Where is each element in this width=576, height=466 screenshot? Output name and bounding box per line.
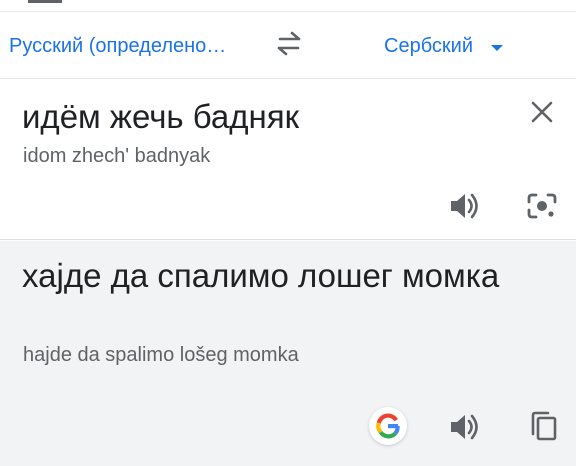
translated-transliteration: hajde da spalimo lošeg momka: [23, 344, 299, 366]
source-language-button[interactable]: Русский (определено…: [9, 35, 226, 58]
language-bar: Русский (определено… Сербский: [0, 13, 576, 79]
swap-languages-button[interactable]: [272, 29, 306, 59]
lens-camera-button[interactable]: [525, 190, 559, 222]
google-g-icon: [376, 413, 400, 439]
copy-icon: [531, 411, 557, 441]
speaker-icon: [451, 193, 478, 219]
target-language-button[interactable]: Сербский: [384, 35, 473, 58]
copy-translation-button[interactable]: [526, 409, 560, 443]
swap-arrows-icon: [277, 31, 301, 56]
top-edge-strip: [0, 0, 576, 12]
speaker-icon: [451, 414, 478, 440]
google-search-button[interactable]: [369, 407, 407, 445]
source-transliteration: idom zhech' badnyak: [23, 145, 211, 167]
translated-text: хајде да спалимо лошег момка: [22, 257, 500, 294]
listen-translation-button[interactable]: [448, 411, 482, 443]
source-input-panel[interactable]: идём жечь бадняк idom zhech' badnyak: [0, 80, 576, 240]
top-edge-mark: [28, 0, 62, 3]
source-text[interactable]: идём жечь бадняк: [22, 98, 299, 136]
translation-output-panel: хајде да спалимо лошег момка hajde da sp…: [0, 241, 576, 466]
close-icon: [531, 101, 553, 123]
camera-lens-icon: [527, 193, 557, 219]
listen-source-button[interactable]: [448, 190, 482, 222]
clear-input-button[interactable]: [528, 98, 556, 126]
caret-down-icon[interactable]: [491, 45, 503, 51]
